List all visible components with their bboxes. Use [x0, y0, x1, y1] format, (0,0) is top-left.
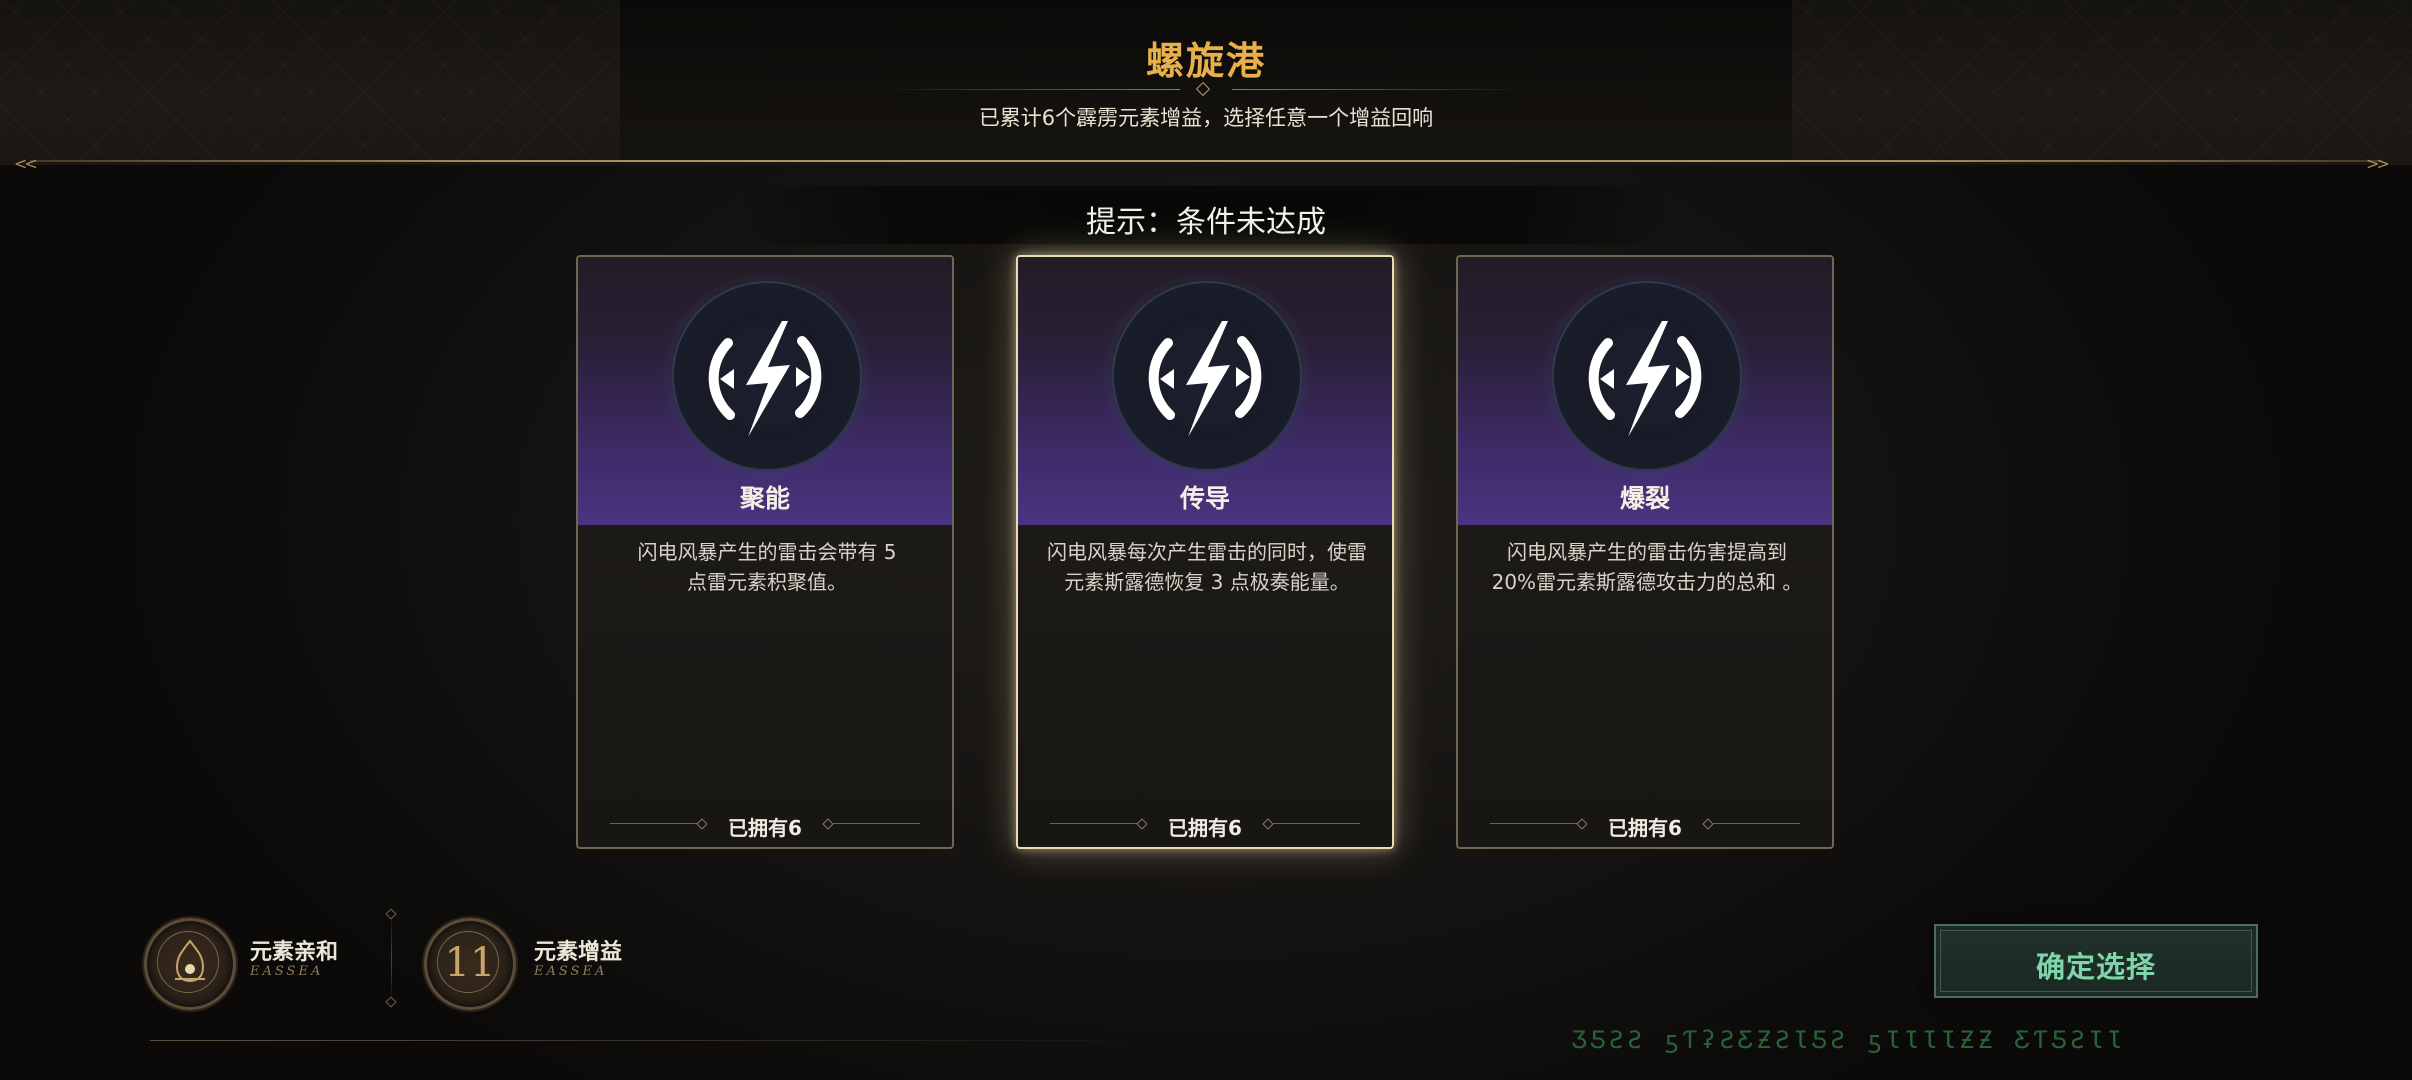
confirm-selection-button[interactable]: 确定选择	[1934, 924, 2258, 998]
element-buff-medal-icon[interactable]: 11	[424, 918, 516, 1010]
card-description-line: 闪电风暴产生的雷击伤害提高到	[1507, 540, 1787, 564]
owned-line-right	[1712, 823, 1800, 824]
owned-count: 已拥有6	[1168, 816, 1242, 840]
card-name: 爆裂	[1619, 484, 1670, 513]
card-description-line: 闪电风暴每次产生雷击的同时，使雷	[1047, 540, 1367, 564]
lightning-emblem-icon	[1588, 321, 1702, 437]
game-screen: << >> 螺旋港 已累计6个霹雳元素增益，选择任意一个增益回响 提示：条件未达…	[0, 0, 2412, 1080]
card-name: 传导	[1179, 484, 1230, 513]
card-description-line: 元素斯露德恢复 3 点极奏能量。	[1064, 570, 1350, 594]
element-affinity-sub: EASSEA	[250, 964, 324, 979]
ornament-bar-left	[880, 89, 1180, 90]
owned-row: 已拥有6	[578, 812, 952, 840]
bottom-divider	[150, 1040, 1180, 1041]
divider-diamond-icon	[385, 908, 397, 920]
stage-subtitle: 已累计6个霹雳元素增益，选择任意一个增益回响	[978, 106, 1434, 130]
element-affinity-medal-icon[interactable]	[144, 918, 236, 1010]
owned-count: 已拥有6	[728, 816, 802, 840]
owned-row: 已拥有6	[1458, 812, 1832, 840]
divider-diamond-icon	[385, 996, 397, 1008]
element-affinity-label: 元素亲和	[250, 940, 339, 965]
title-ornament	[880, 81, 1532, 97]
card-description: 闪电风暴每次产生雷击的同时，使雷 元素斯露德恢复 3 点极奏能量。	[1046, 537, 1368, 597]
rune-decoration: ƷƼƧƧ ƽƬʡƧƸƵƧƖƼƧ ƽƖƖƖƖƵƵ ƸƬƼƧƖƖ	[1572, 1026, 2126, 1054]
buff-card-0[interactable]: 聚能 闪电风暴产生的雷击会带有 5 点雷元素积聚值。 已拥有6	[576, 255, 954, 849]
element-buff-sub: EASSEA	[534, 964, 608, 979]
hint-text: 提示：条件未达成	[1086, 205, 1326, 240]
header-divider	[30, 160, 2382, 162]
confirm-selection-label: 确定选择	[2035, 950, 2156, 984]
ornament-bar-right	[1232, 89, 1532, 90]
card-description-line: 闪电风暴产生的雷击会带有 5	[637, 540, 897, 564]
card-description: 闪电风暴产生的雷击伤害提高到 20%雷元素斯露德攻击力的总和 。	[1486, 537, 1808, 597]
owned-line-right	[1272, 823, 1360, 824]
card-name: 聚能	[739, 484, 790, 513]
element-buff-label: 元素增益	[534, 940, 623, 965]
stage-title: 螺旋港	[1145, 38, 1266, 83]
element-buff-count: 11	[444, 940, 496, 986]
owned-count: 已拥有6	[1608, 816, 1682, 840]
flame-crest-icon	[175, 939, 205, 983]
divider-cap-right-icon: >>	[2366, 154, 2390, 173]
stat-divider	[391, 912, 392, 1006]
owned-row: 已拥有6	[1018, 812, 1392, 840]
lightning-emblem-icon	[708, 321, 822, 437]
owned-line-right	[832, 823, 920, 824]
card-description-line: 点雷元素积聚值。	[687, 570, 847, 594]
divider-cap-left-icon: <<	[14, 154, 38, 173]
card-description: 闪电风暴产生的雷击会带有 5 点雷元素积聚值。	[606, 537, 928, 597]
buff-card-1[interactable]: 传导 闪电风暴每次产生雷击的同时，使雷 元素斯露德恢复 3 点极奏能量。 已拥有…	[1016, 255, 1394, 849]
lightning-emblem-icon	[1148, 321, 1262, 437]
buff-card-2[interactable]: 爆裂 闪电风暴产生的雷击伤害提高到 20%雷元素斯露德攻击力的总和 。 已拥有6	[1456, 255, 1834, 849]
card-description-line: 20%雷元素斯露德攻击力的总和 。	[1491, 570, 1803, 594]
